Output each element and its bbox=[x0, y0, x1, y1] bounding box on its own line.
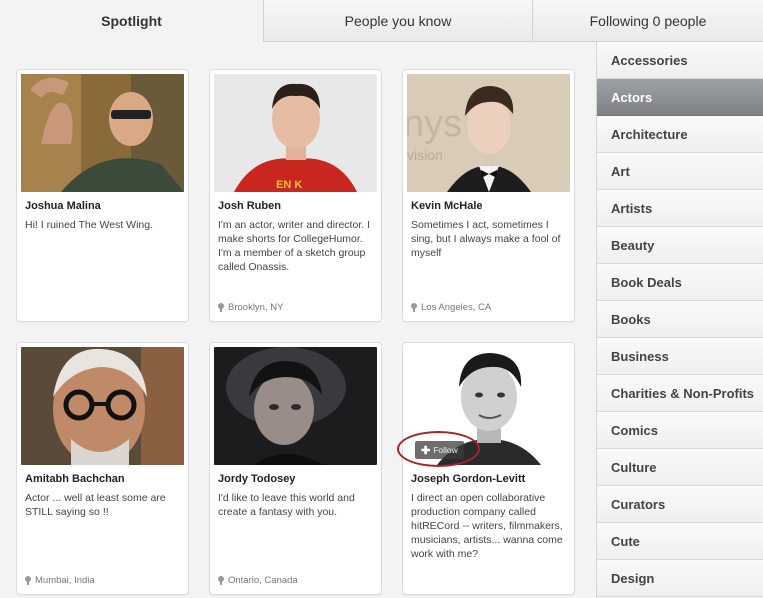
category-business[interactable]: Business bbox=[597, 338, 763, 375]
avatar[interactable] bbox=[214, 347, 377, 465]
svg-text:EN K: EN K bbox=[276, 179, 302, 191]
location-text: Ontario, Canada bbox=[228, 575, 298, 586]
person-location: Mumbai, India bbox=[25, 575, 95, 586]
category-accessories[interactable]: Accessories bbox=[597, 42, 763, 79]
tab-bar: Spotlight People you know Following 0 pe… bbox=[0, 0, 763, 42]
person-location: Ontario, Canada bbox=[218, 575, 298, 586]
location-text: Mumbai, India bbox=[35, 575, 95, 586]
person-name[interactable]: Joseph Gordon-Levitt bbox=[411, 473, 525, 485]
category-actors[interactable]: Actors bbox=[597, 79, 763, 116]
spotlight-grid: Joshua Malina Hi! I ruined The West Wing… bbox=[0, 42, 596, 598]
category-charities[interactable]: Charities & Non-Profits bbox=[597, 375, 763, 412]
category-books[interactable]: Books bbox=[597, 301, 763, 338]
tab-following[interactable]: Following 0 people bbox=[532, 0, 763, 42]
tab-people-you-know[interactable]: People you know bbox=[263, 0, 532, 42]
tab-spotlight[interactable]: Spotlight bbox=[0, 0, 263, 42]
category-curators[interactable]: Curators bbox=[597, 486, 763, 523]
category-design[interactable]: Design bbox=[597, 560, 763, 597]
category-sidebar: Accessories Actors Architecture Art Arti… bbox=[596, 42, 763, 598]
person-bio: I'm an actor, writer and director. I mak… bbox=[218, 219, 370, 273]
person-bio: Hi! I ruined The West Wing. bbox=[25, 219, 153, 231]
person-card[interactable]: Jordy Todosey I'd like to leave this wor… bbox=[209, 342, 382, 595]
person-bio: Actor ... well at least some are STILL s… bbox=[25, 492, 166, 518]
person-bio: Sometimes I act, sometimes I sing, but I… bbox=[411, 219, 561, 259]
location-pin-icon bbox=[218, 576, 224, 585]
highlight-annotation bbox=[397, 431, 480, 467]
location-pin-icon bbox=[25, 576, 31, 585]
category-comics[interactable]: Comics bbox=[597, 412, 763, 449]
location-text: Brooklyn, NY bbox=[228, 302, 284, 313]
category-book-deals[interactable]: Book Deals bbox=[597, 264, 763, 301]
category-architecture[interactable]: Architecture bbox=[597, 116, 763, 153]
category-beauty[interactable]: Beauty bbox=[597, 227, 763, 264]
person-bio: I'd like to leave this world and create … bbox=[218, 492, 355, 518]
avatar[interactable] bbox=[21, 74, 184, 192]
person-name[interactable]: Jordy Todosey bbox=[218, 473, 295, 485]
location-text: Los Angeles, CA bbox=[421, 302, 492, 313]
person-card[interactable]: ✚ Follow Joseph Gordon-Levitt I direct a… bbox=[397, 342, 575, 595]
location-pin-icon bbox=[218, 303, 224, 312]
svg-text:nys: nys bbox=[407, 103, 462, 145]
person-location: Los Angeles, CA bbox=[411, 302, 491, 313]
person-card[interactable]: Joshua Malina Hi! I ruined The West Wing… bbox=[16, 69, 189, 322]
person-name[interactable]: Kevin McHale bbox=[411, 200, 483, 212]
avatar[interactable] bbox=[21, 347, 184, 465]
avatar[interactable]: EN K bbox=[214, 74, 377, 192]
person-card[interactable]: EN K Josh Ruben I'm an actor, writer and… bbox=[209, 69, 382, 322]
person-card[interactable]: nys vision Kevin McHale Sometimes I act,… bbox=[402, 69, 575, 322]
person-location: Brooklyn, NY bbox=[218, 302, 283, 313]
svg-text:vision: vision bbox=[407, 147, 443, 163]
person-name[interactable]: Amitabh Bachchan bbox=[25, 473, 125, 485]
category-culture[interactable]: Culture bbox=[597, 449, 763, 486]
person-name[interactable]: Joshua Malina bbox=[25, 200, 101, 212]
person-bio: I direct an open collaborative productio… bbox=[411, 492, 563, 560]
category-art[interactable]: Art bbox=[597, 153, 763, 190]
avatar[interactable]: nys vision bbox=[407, 74, 570, 192]
category-artists[interactable]: Artists bbox=[597, 190, 763, 227]
location-pin-icon bbox=[411, 303, 417, 312]
category-cute[interactable]: Cute bbox=[597, 523, 763, 560]
person-name[interactable]: Josh Ruben bbox=[218, 200, 281, 212]
person-card[interactable]: Amitabh Bachchan Actor ... well at least… bbox=[16, 342, 189, 595]
